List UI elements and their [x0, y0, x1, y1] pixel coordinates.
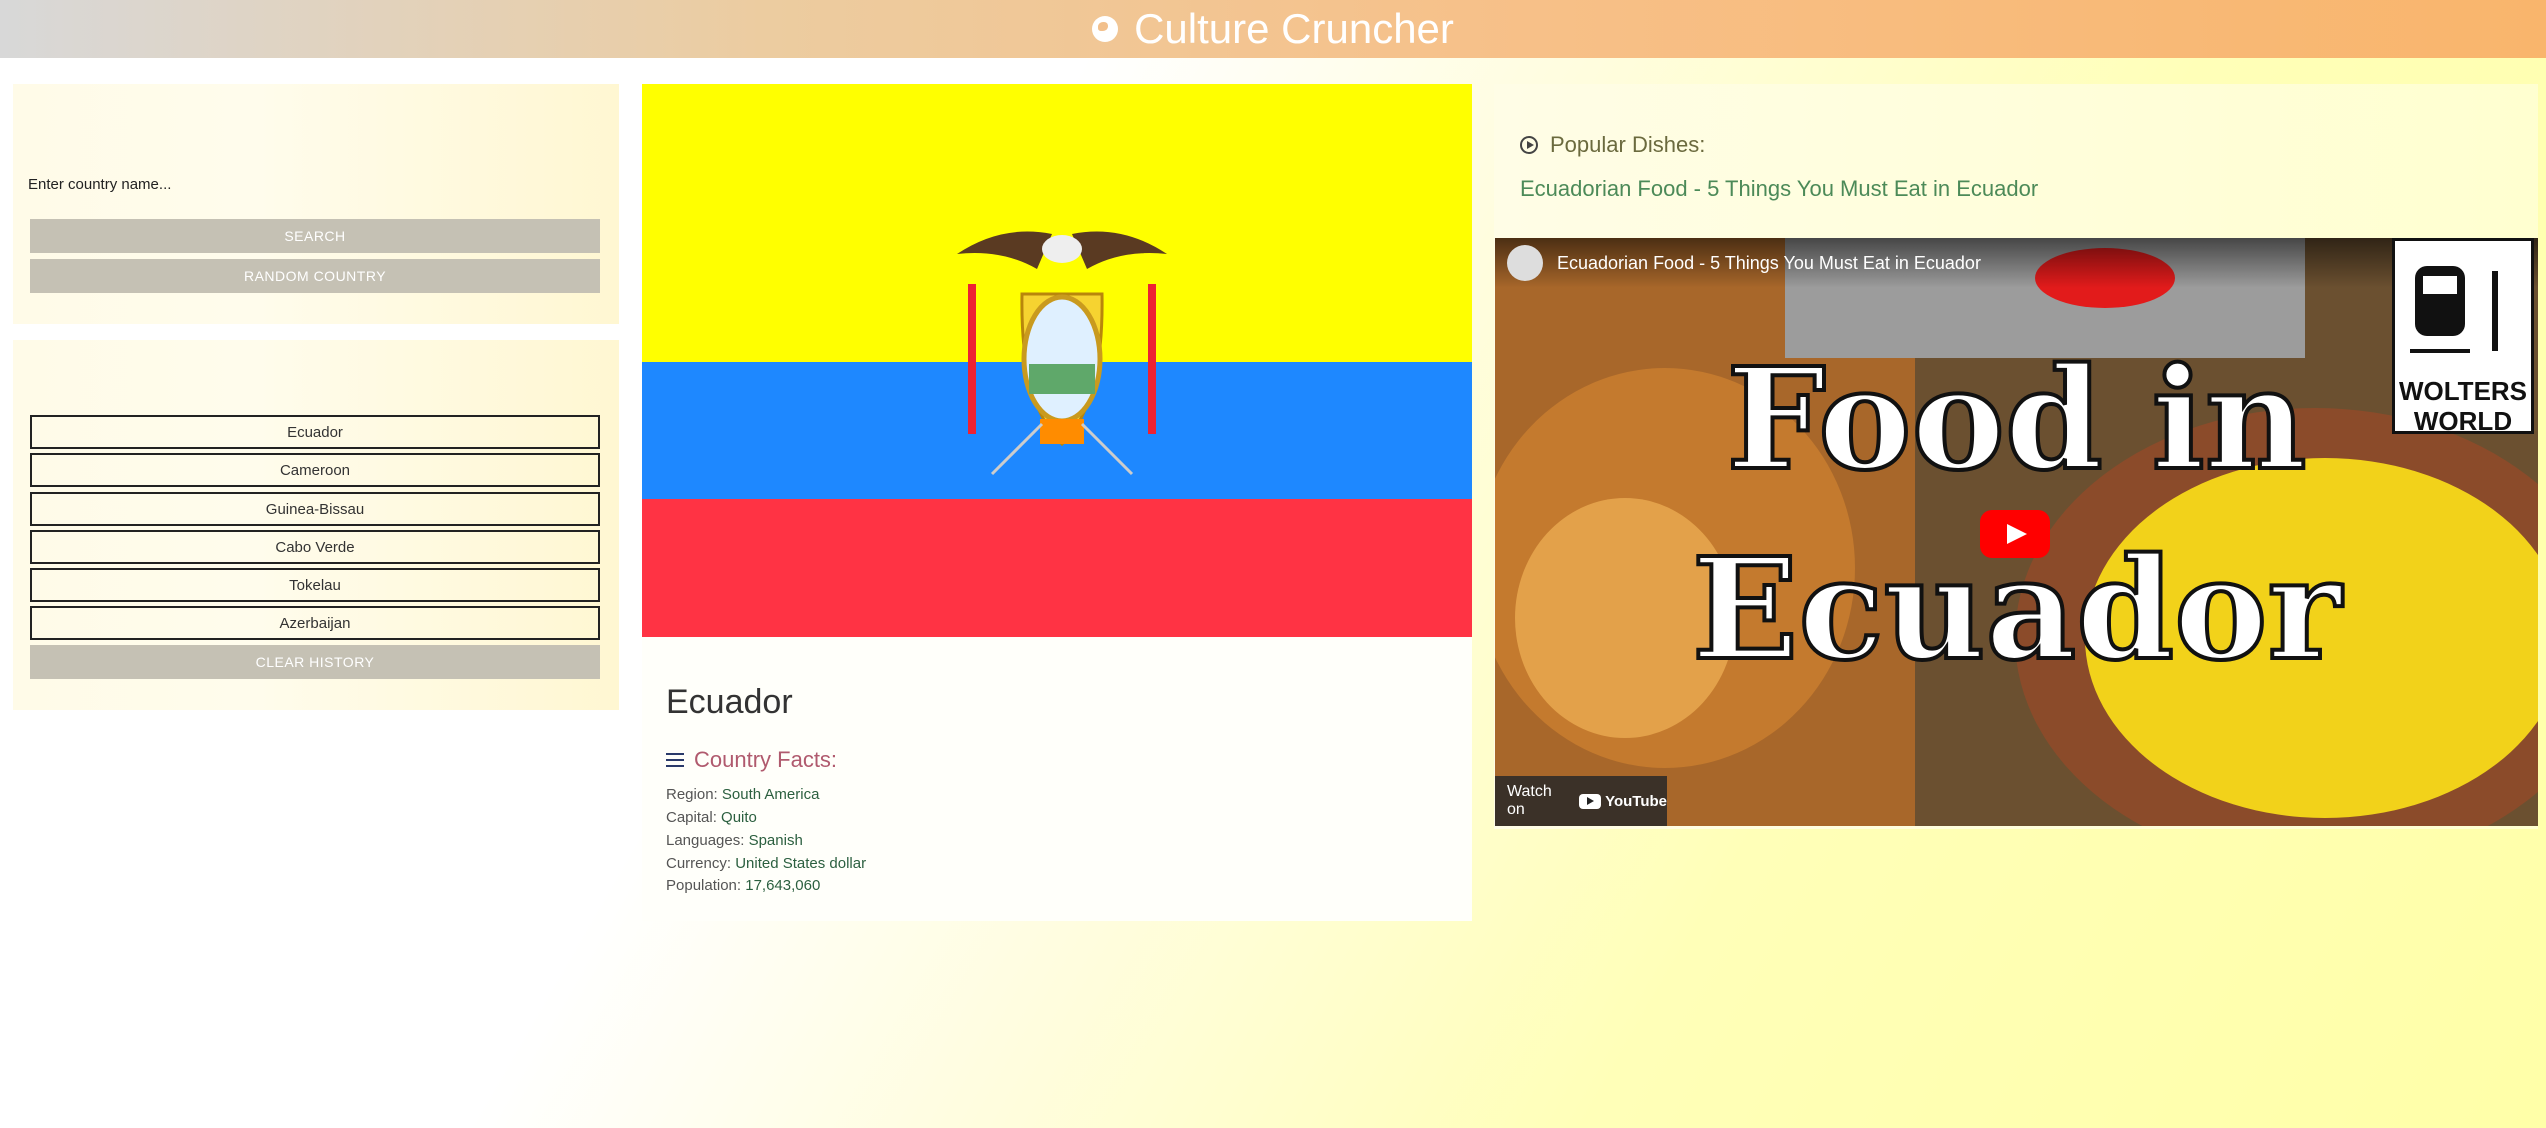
train-icon [2410, 266, 2498, 353]
fact-region: Region: South America [666, 786, 820, 803]
facts-heading-label: Country Facts: [694, 747, 838, 772]
fact-population: Population: 17,643,060 [666, 877, 821, 894]
channel-avatar[interactable] [1507, 245, 1543, 281]
history-item-tokelau[interactable]: Tokelau [30, 568, 600, 602]
youtube-icon [1579, 793, 1602, 809]
country-name: Ecuador [666, 683, 793, 721]
youtube-logo: YouTube [1579, 793, 1667, 810]
country-flag [642, 84, 1472, 637]
channel-logo-text: WOLTERS [2398, 376, 2528, 406]
search-button[interactable]: SEARCH [30, 219, 600, 253]
list-icon [666, 753, 684, 767]
thumbnail-text-line1: Food in [1724, 336, 2308, 504]
video-title-link[interactable]: Ecuadorian Food - 5 Things You Must Eat … [1520, 176, 2038, 202]
youtube-play-button[interactable] [1980, 510, 2050, 558]
history-item-cameroon[interactable]: Cameroon [30, 453, 600, 487]
fact-capital: Capital: Quito [666, 809, 757, 826]
fact-languages: Languages: Spanish [666, 832, 803, 849]
play-circle-icon [1520, 136, 1538, 154]
random-country-button[interactable]: RANDOM COUNTRY [30, 259, 600, 293]
history-item-cabo-verde[interactable]: Cabo Verde [30, 530, 600, 564]
history-item-ecuador[interactable]: Ecuador [30, 415, 600, 449]
watch-on-label: Watch on [1507, 783, 1552, 818]
video-overlay-title[interactable]: Ecuadorian Food - 5 Things You Must Eat … [1557, 253, 1981, 274]
youtube-video-embed[interactable]: Ecuadorian Food - 5 Things You Must Eat … [1495, 238, 2538, 826]
app-title: Culture Cruncher [1134, 5, 1454, 52]
search-input[interactable]: Enter country name... [28, 176, 171, 193]
coat-of-arms-emblem [957, 231, 1167, 476]
globe-icon [1092, 16, 1119, 42]
search-panel: Enter country name... SEARCH RANDOM COUN… [13, 84, 619, 324]
fact-currency: Currency: United States dollar [666, 855, 867, 872]
watch-on-youtube-button[interactable]: Watch on YouTube [1495, 776, 1667, 826]
channel-logo: WOLTERS WORLD [2392, 238, 2534, 436]
history-panel: Ecuador Cameroon Guinea-Bissau Cabo Verd… [13, 340, 619, 710]
country-facts-card: Ecuador Country Facts: Region: South Ame… [642, 637, 1472, 921]
video-title-bar: Ecuadorian Food - 5 Things You Must Eat … [1495, 238, 2538, 288]
app-header: Culture Cruncher [0, 0, 2546, 58]
dishes-heading-label: Popular Dishes: [1550, 132, 1706, 157]
channel-logo-text2: WORLD [2413, 406, 2513, 436]
clear-history-button[interactable]: CLEAR HISTORY [30, 645, 600, 679]
dishes-heading: Popular Dishes: [1520, 132, 1705, 158]
history-item-azerbaijan[interactable]: Azerbaijan [30, 606, 600, 640]
facts-heading: Country Facts: [666, 747, 837, 773]
history-item-guinea-bissau[interactable]: Guinea-Bissau [30, 492, 600, 526]
